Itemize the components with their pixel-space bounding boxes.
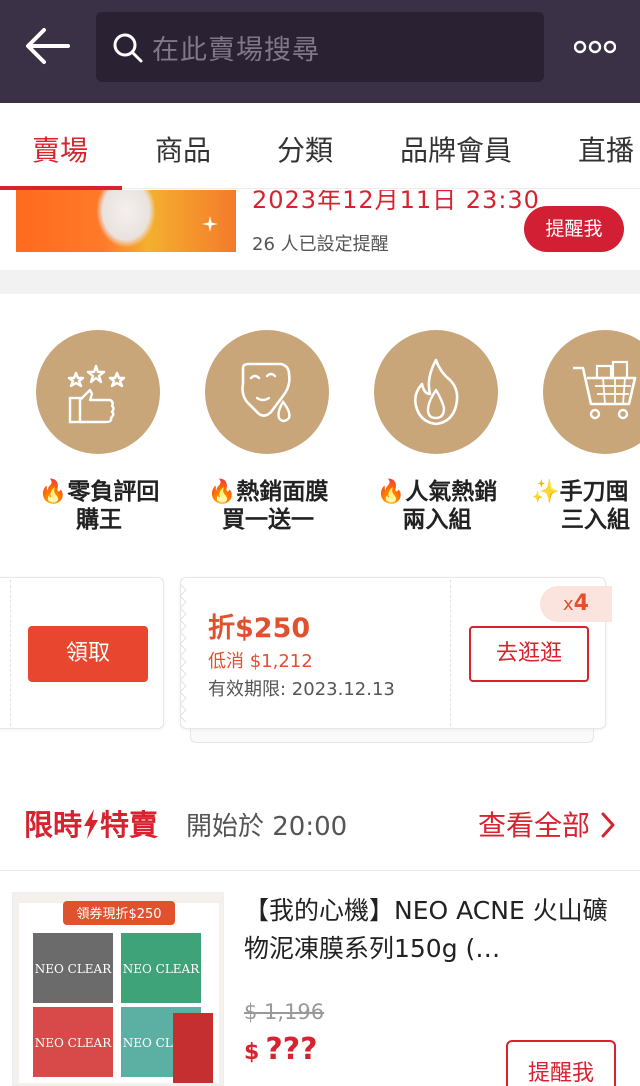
category-popular[interactable] (374, 330, 498, 454)
product-remind-button[interactable]: 提醒我 (506, 1040, 616, 1086)
flame-icon (413, 358, 459, 426)
product-title[interactable]: 【我的心機】NEO ACNE 火山礦物泥凍膜系列150g (… (244, 892, 624, 968)
live-stream-card[interactable]: 2023年12月11日 23:30 26 人已設定提醒 提醒我 (0, 190, 640, 270)
sparkle-icon (202, 216, 218, 232)
flash-sale-title: 限時 特賣 (24, 808, 159, 842)
section-separator (0, 870, 640, 871)
category-bundle[interactable] (543, 330, 640, 454)
tab-live[interactable]: 直播 (578, 129, 634, 169)
product-image[interactable]: 領券現折$250 NEO CLEAR NEO CLEAR NEO CLEAR N… (12, 892, 224, 1086)
tab-brand-membership[interactable]: 品牌會員 (400, 129, 512, 169)
category-label-top-rated[interactable]: 🔥零負評回 購王 (24, 478, 174, 534)
live-remind-button[interactable]: 提醒我 (524, 206, 624, 252)
coupon-discount-amount: 折$250 (208, 613, 311, 644)
shopping-cart-icon (573, 360, 637, 420)
sparkles-emoji: ✨ (531, 479, 560, 505)
category-label-face-mask[interactable]: 🔥熱銷面膜 買一送一 (193, 478, 343, 534)
live-thumbnail (16, 190, 236, 252)
live-model-figure (96, 190, 156, 248)
category-label-popular[interactable]: 🔥人氣熱銷 兩入組 (362, 478, 512, 534)
fire-emoji: 🔥 (207, 479, 237, 505)
svg-text:NEO CLEAR: NEO CLEAR (123, 962, 200, 976)
tab-shop[interactable]: 賣場 (32, 129, 88, 169)
browse-button[interactable]: 去逛逛 (469, 626, 589, 682)
reminder-count: 26 人已設定提醒 (252, 234, 389, 255)
coupon-minimum-spend: 低消 $1,212 (208, 651, 313, 672)
more-options-icon[interactable] (574, 40, 616, 54)
original-price: $ 1,196 (244, 1000, 325, 1024)
svg-text:NEO CLEAR: NEO CLEAR (35, 1036, 112, 1050)
svg-text:領券現折$250: 領券現折$250 (76, 906, 161, 922)
claim-coupon-button[interactable]: 領取 (28, 626, 148, 682)
live-date: 2023年12月11日 23:30 (252, 190, 540, 214)
coupon-divider (450, 580, 451, 726)
see-all-link[interactable]: 查看全部 (478, 804, 590, 844)
search-icon (113, 33, 143, 63)
face-mask-icon (241, 362, 291, 423)
fire-emoji: 🔥 (376, 479, 406, 505)
sale-price: $??? (244, 1032, 318, 1067)
shop-tab-bar: 賣場 商品 分類 品牌會員 直播 (0, 103, 640, 190)
back-arrow-icon[interactable] (24, 26, 72, 66)
product-image-art: 領券現折$250 NEO CLEAR NEO CLEAR NEO CLEAR N… (13, 893, 223, 1085)
lightning-icon (84, 809, 99, 839)
coupon-quantity-badge: x4 (540, 586, 612, 622)
search-placeholder: 在此賣場搜尋 (152, 35, 320, 66)
top-bar: 在此賣場搜尋 (0, 0, 640, 103)
category-label-bundle[interactable]: ✨手刀囤 三入組 (531, 478, 640, 534)
chevron-right-icon[interactable] (600, 812, 616, 838)
coupon-divider (10, 580, 11, 726)
thumbs-up-stars-icon (67, 364, 126, 424)
tab-categories[interactable]: 分類 (277, 129, 333, 169)
category-face-mask[interactable] (205, 330, 329, 454)
flash-sale-start-time: 開始於 20:00 (186, 812, 348, 842)
coupon-zigzag-edge (180, 584, 187, 723)
svg-text:NEO CLEAR: NEO CLEAR (35, 962, 112, 976)
fire-emoji: 🔥 (38, 479, 68, 505)
section-divider (0, 270, 640, 294)
coupon-expiry: 有效期限: 2023.12.13 (208, 679, 395, 700)
search-bar[interactable]: 在此賣場搜尋 (96, 12, 544, 82)
tab-products[interactable]: 商品 (155, 129, 211, 169)
coupon-stack-edge (190, 729, 594, 743)
category-top-rated[interactable] (36, 330, 160, 454)
